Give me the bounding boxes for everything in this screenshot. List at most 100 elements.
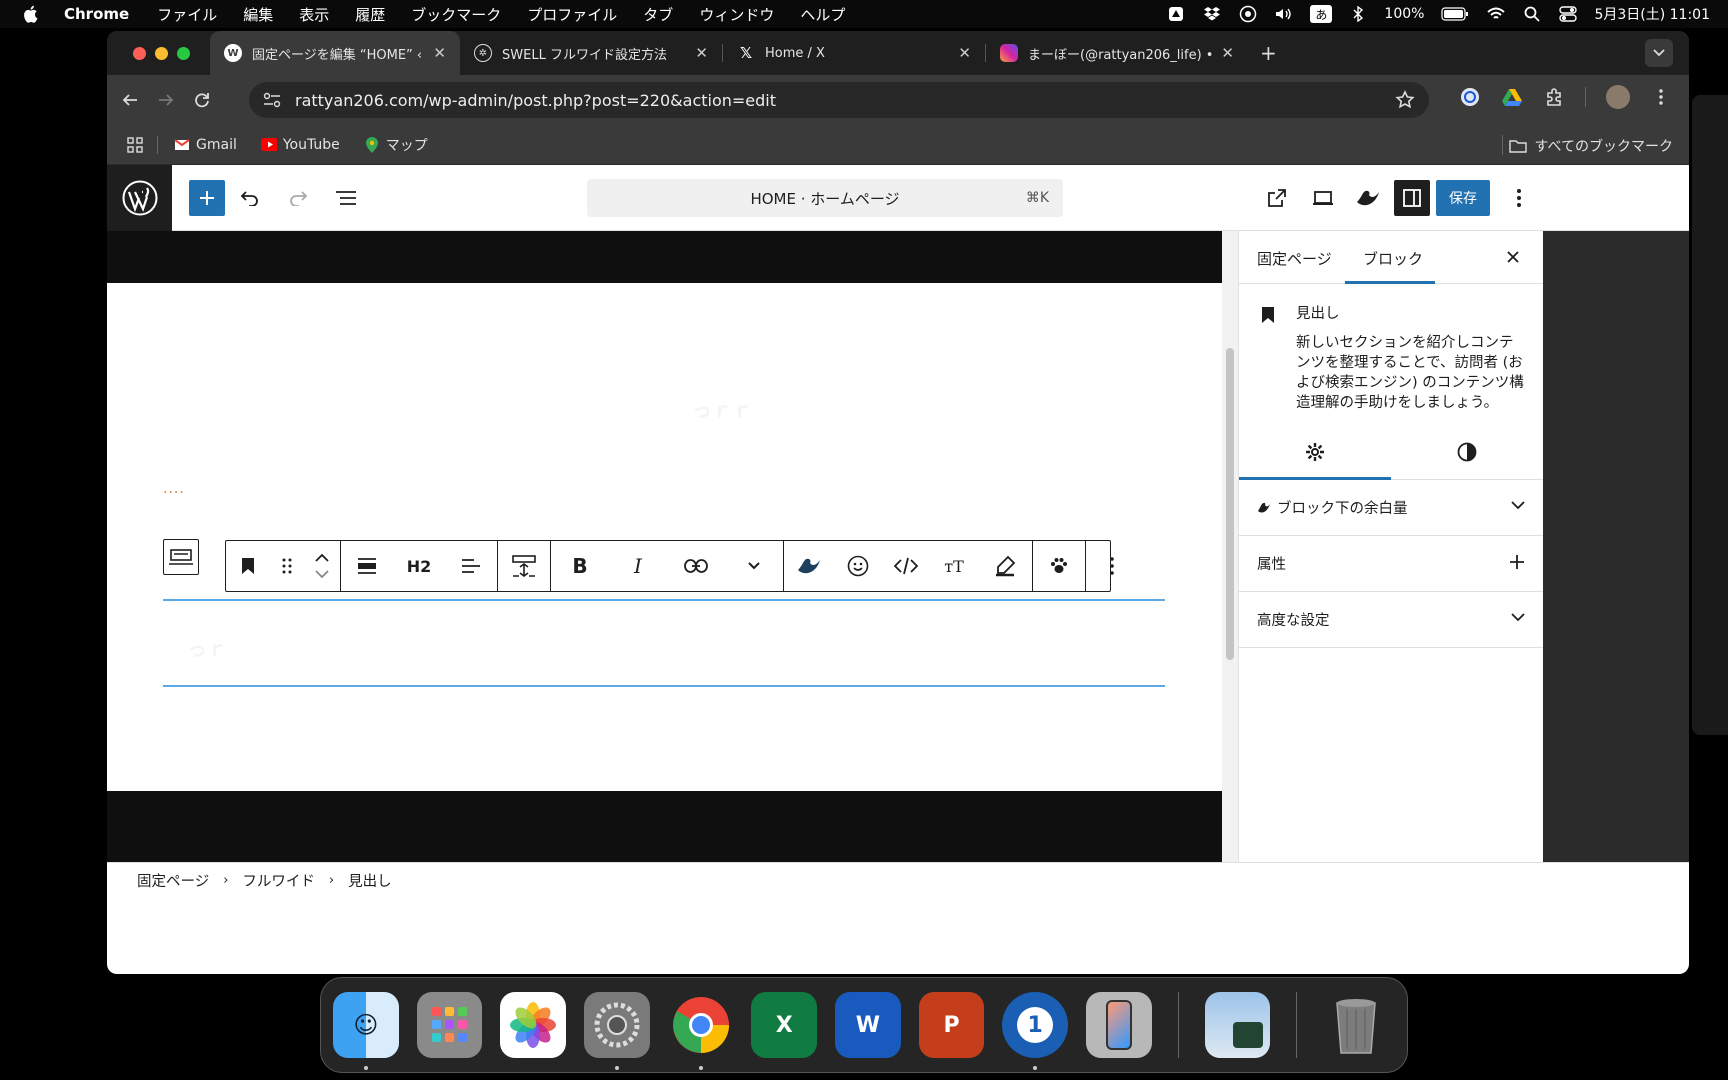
forward-button[interactable] [151, 85, 181, 115]
wifi-icon[interactable] [1486, 6, 1506, 22]
menu-view[interactable]: 表示 [299, 4, 329, 25]
excel-icon[interactable]: X [751, 992, 818, 1058]
scrollbar-thumb[interactable] [1226, 348, 1234, 660]
panel-bottom-margin[interactable]: ブロック下の余白量 [1239, 480, 1543, 536]
address-bar[interactable]: rattyan206.com/wp-admin/post.php?post=22… [249, 82, 1429, 118]
menu-window[interactable]: ウィンドウ [699, 4, 774, 25]
menu-file[interactable]: ファイル [157, 4, 217, 25]
menu-bookmarks[interactable]: ブックマーク [411, 4, 501, 25]
fullwide-title-text[interactable]: っｒｒ [692, 394, 752, 423]
panel-attributes[interactable]: 属性 [1239, 536, 1543, 592]
text-align-left-icon[interactable] [445, 541, 497, 591]
swell-settings-icon[interactable] [1355, 186, 1379, 210]
preview-icon[interactable] [1204, 992, 1271, 1058]
inline-code-icon[interactable] [882, 541, 930, 591]
heading-block-text[interactable]: っｒ [187, 633, 227, 662]
command-palette-bar[interactable]: HOME · ホームページ ⌘K [587, 179, 1063, 217]
more-formats-chevron-icon[interactable] [725, 541, 783, 591]
tab-block[interactable]: ブロック [1363, 248, 1423, 269]
subtitle-dots[interactable]: .... [163, 481, 185, 497]
breadcrumb-item-page[interactable]: 固定ページ [137, 870, 209, 891]
block-spacing-icon[interactable] [498, 541, 550, 591]
bookmark-gmail[interactable]: Gmail [174, 137, 237, 153]
spotlight-search-icon[interactable] [1522, 6, 1542, 22]
menu-bar-clock[interactable]: 5月3日(土) 11:01 [1594, 4, 1710, 24]
all-bookmarks-button[interactable]: すべてのブックマーク [1508, 136, 1673, 156]
site-info-icon[interactable] [261, 89, 283, 111]
photos-icon[interactable] [500, 992, 567, 1058]
ime-icon[interactable]: あ [1310, 5, 1333, 23]
editor-canvas[interactable]: っｒｒ .... H2 B I ᴛT っｒ [107, 231, 1222, 862]
minimize-window-button[interactable] [155, 46, 168, 60]
save-button[interactable]: 保存 [1436, 180, 1490, 216]
back-button[interactable] [115, 85, 145, 115]
close-tab-icon[interactable]: ✕ [433, 44, 446, 62]
highlight-marker-icon[interactable] [978, 541, 1032, 591]
extensions-puzzle-icon[interactable] [1543, 86, 1565, 108]
select-parent-block-button[interactable] [163, 539, 199, 575]
powerpoint-icon[interactable]: P [918, 992, 985, 1058]
undo-button[interactable] [238, 186, 262, 210]
view-page-external-icon[interactable] [1265, 186, 1289, 210]
panel-advanced[interactable]: 高度な設定 [1239, 592, 1543, 648]
align-wide-icon[interactable] [341, 541, 393, 591]
apps-grid-icon[interactable] [127, 136, 143, 153]
settings-gear-icon[interactable] [1301, 438, 1329, 466]
link-icon[interactable] [667, 541, 725, 591]
close-tab-icon[interactable]: ✕ [958, 44, 971, 62]
canvas-scrollbar[interactable] [1222, 231, 1238, 862]
menu-edit[interactable]: 編集 [243, 4, 273, 25]
tab-page[interactable]: 固定ページ [1257, 248, 1332, 269]
move-up-down-icon[interactable] [304, 541, 340, 591]
chrome-icon[interactable] [668, 992, 734, 1070]
bluetooth-icon[interactable] [1348, 6, 1368, 22]
app-name-menu[interactable]: Chrome [64, 5, 129, 23]
password-status-icon[interactable] [1238, 5, 1258, 23]
dropbox-icon[interactable] [1202, 6, 1222, 22]
tab-wordpress-edit[interactable]: W 固定ページを編集 “HOME” ‹ ラ ✕ [210, 31, 460, 75]
bookmark-star-icon[interactable] [1395, 90, 1415, 114]
close-window-button[interactable] [133, 46, 146, 60]
close-sidebar-icon[interactable] [1501, 245, 1525, 269]
wordpress-logo-button[interactable] [107, 165, 172, 231]
profile-avatar[interactable] [1606, 85, 1630, 109]
menu-profiles[interactable]: プロファイル [527, 4, 617, 25]
password-manager-extension-icon[interactable] [1459, 86, 1481, 108]
block-options-icon[interactable] [1086, 541, 1138, 591]
tab-x-home[interactable]: 𝕏 Home / X ✕ [723, 31, 985, 75]
drag-handle-icon[interactable] [270, 541, 304, 591]
system-settings-icon[interactable] [584, 992, 650, 1070]
bookmark-youtube[interactable]: YouTube [260, 137, 340, 153]
emoji-icon[interactable] [834, 541, 882, 591]
bold-icon[interactable]: B [551, 541, 609, 591]
new-tab-button[interactable]: + [1260, 41, 1277, 65]
settings-sidebar-toggle[interactable] [1394, 180, 1430, 216]
drive-status-icon[interactable] [1166, 6, 1186, 22]
word-icon[interactable]: W [835, 992, 901, 1058]
tab-search-button[interactable] [1645, 39, 1673, 67]
heading-block-icon[interactable] [226, 541, 270, 591]
zoom-window-button[interactable] [177, 46, 190, 60]
google-drive-extension-icon[interactable] [1501, 86, 1523, 108]
breadcrumb-item-heading[interactable]: 見出し [348, 870, 392, 891]
battery-icon[interactable] [1440, 6, 1470, 22]
paw-icon[interactable] [1033, 541, 1085, 591]
block-inserter-button[interactable] [189, 180, 225, 216]
launchpad-icon[interactable] [416, 992, 483, 1058]
breadcrumb-item-fullwide[interactable]: フルワイド [242, 870, 315, 891]
redo-button[interactable] [286, 186, 310, 210]
apple-icon[interactable] [22, 5, 40, 23]
menu-help[interactable]: ヘルプ [800, 4, 845, 25]
iphone-mirroring-icon[interactable] [1086, 992, 1152, 1058]
menu-history[interactable]: 履歴 [355, 4, 385, 25]
bookmark-maps[interactable]: マップ [364, 135, 428, 155]
menu-tab[interactable]: タブ [643, 4, 673, 25]
volume-icon[interactable] [1274, 6, 1294, 22]
device-preview-icon[interactable] [1311, 186, 1335, 210]
trash-icon[interactable] [1323, 992, 1389, 1058]
styles-contrast-icon[interactable] [1453, 438, 1481, 466]
close-tab-icon[interactable]: ✕ [1221, 44, 1234, 62]
swell-format-icon[interactable] [784, 541, 834, 591]
finder-icon[interactable]: ☺ [333, 992, 399, 1070]
font-size-icon[interactable]: ᴛT [930, 541, 978, 591]
